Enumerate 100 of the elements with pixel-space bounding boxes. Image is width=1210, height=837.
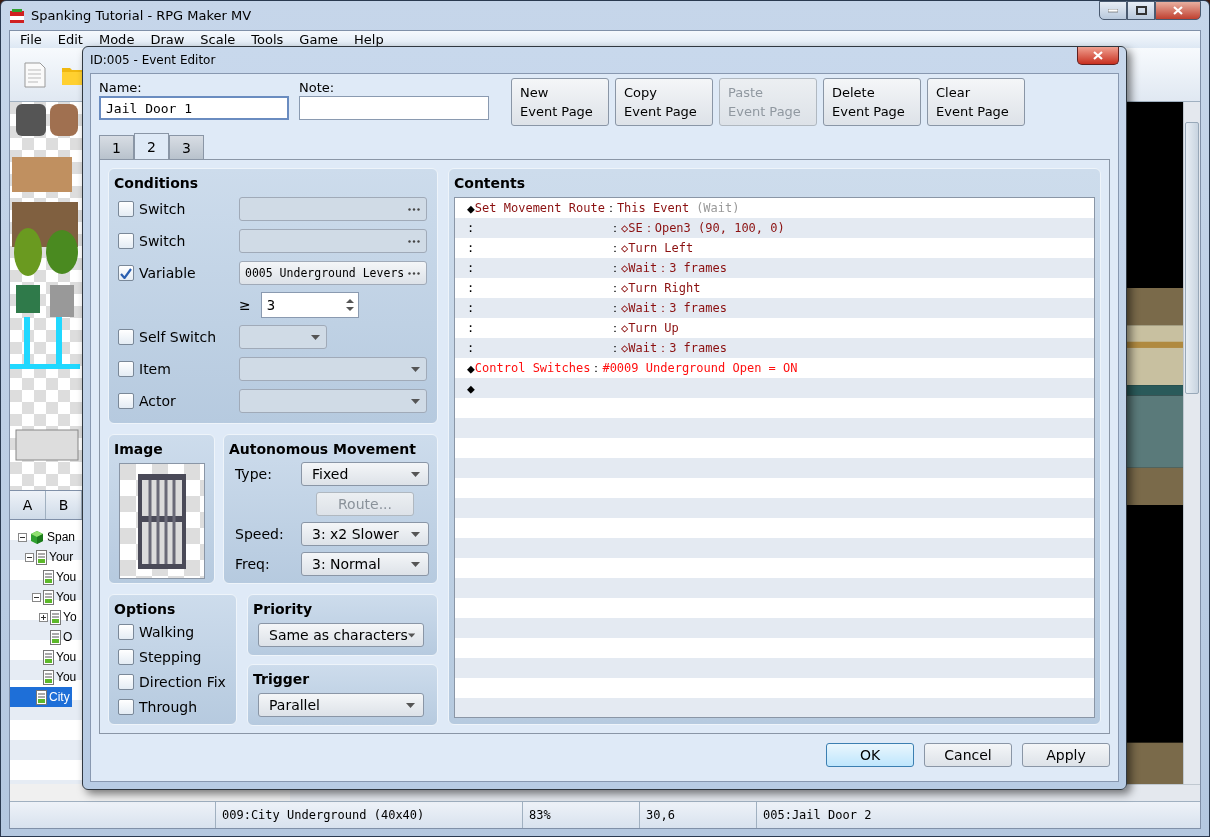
page-button[interactable]: Clear Event Page xyxy=(927,78,1025,126)
note-field[interactable] xyxy=(299,96,489,120)
document-icon xyxy=(43,569,54,585)
checkbox[interactable] xyxy=(118,265,134,281)
checkbox[interactable] xyxy=(118,393,134,409)
status-text: 83% xyxy=(529,808,551,822)
page-button[interactable]: New Event Page xyxy=(511,78,609,126)
command-row[interactable]: : ：◇Wait：3 frames xyxy=(455,298,1094,318)
page-tab[interactable]: 3 xyxy=(169,135,204,159)
command-row[interactable]: : ：◇Turn Up xyxy=(455,318,1094,338)
command-value: Wait：3 frames xyxy=(628,339,727,357)
tree-item[interactable]: You xyxy=(10,587,79,607)
command-row[interactable]: : ：◇Turn Right xyxy=(455,278,1094,298)
status-text: 005:Jail Door 2 xyxy=(763,808,872,822)
menu-item[interactable]: File xyxy=(20,32,42,47)
tree-item[interactable]: You xyxy=(10,667,79,687)
tree-item[interactable]: Span xyxy=(10,527,78,547)
command-marker: ◆ xyxy=(467,360,475,376)
minimize-icon xyxy=(1108,8,1118,13)
dropdown[interactable]: Same as characters xyxy=(258,623,424,647)
separator: ： xyxy=(609,219,621,237)
page-button[interactable]: Copy Event Page xyxy=(615,78,713,126)
checkbox[interactable] xyxy=(118,233,134,249)
collapse-icon[interactable] xyxy=(18,532,27,542)
collapse-icon[interactable] xyxy=(32,592,41,602)
page-tab[interactable]: 1 xyxy=(99,135,134,159)
tree-item[interactable]: You xyxy=(10,647,79,667)
dialog-button[interactable]: Cancel xyxy=(924,743,1012,767)
close-button[interactable] xyxy=(1077,47,1119,65)
command-value: Turn Right xyxy=(628,281,701,295)
group-title: Contents xyxy=(454,175,526,191)
spinner-icon[interactable] xyxy=(345,298,354,312)
command-row[interactable]: ◆Control Switches：#0009 Underground Open = ON xyxy=(455,358,1094,378)
group-title: Trigger xyxy=(253,671,310,687)
command-row[interactable]: : ：◇Turn Left xyxy=(455,238,1094,258)
step-marker: ◇ xyxy=(621,261,629,275)
caret-icon xyxy=(407,632,415,638)
menu-item[interactable]: Draw xyxy=(150,32,185,47)
name-field[interactable]: Jail Door 1 xyxy=(99,96,289,120)
step-marker: ◇ xyxy=(621,321,629,335)
caret-icon xyxy=(411,531,420,537)
collapse-icon[interactable] xyxy=(25,552,34,562)
document-icon xyxy=(43,589,54,605)
menu-item[interactable]: Tools xyxy=(251,32,284,47)
scrollbar[interactable] xyxy=(1183,102,1200,784)
command-row[interactable]: ◆ xyxy=(455,378,1094,398)
maximize-button[interactable] xyxy=(1127,1,1155,20)
continuation-mark: : xyxy=(467,341,475,355)
dialog-button[interactable]: Apply xyxy=(1022,743,1110,767)
group-title: Image xyxy=(114,441,163,457)
page-button[interactable]: Delete Event Page xyxy=(823,78,921,126)
document-icon xyxy=(50,629,61,645)
number-field[interactable]: 3 xyxy=(260,292,359,318)
page-tab[interactable]: 2 xyxy=(134,133,169,159)
menu-item[interactable]: Help xyxy=(354,32,384,47)
dropdown[interactable]: 3: x2 Slower xyxy=(301,522,429,546)
menu-item[interactable]: Edit xyxy=(57,32,83,47)
command-marker: ◆ xyxy=(467,380,475,396)
dropdown[interactable]: 3: Normal xyxy=(301,552,429,576)
field-label: Speed: xyxy=(234,526,285,542)
tree-item[interactable]: Your xyxy=(10,547,76,567)
checkbox[interactable] xyxy=(118,698,134,715)
palette-tab[interactable]: B xyxy=(46,491,82,519)
command-row[interactable]: : ：◇Wait：3 frames xyxy=(455,258,1094,278)
command-row[interactable]: : ：◇Wait：3 frames xyxy=(455,338,1094,358)
dialog-button[interactable]: OK xyxy=(826,743,914,767)
palette-tab[interactable]: A xyxy=(10,491,46,519)
separator: ： xyxy=(590,359,603,377)
command-row[interactable]: : ：◇SE：Open3 (90, 100, 0) xyxy=(455,218,1094,238)
menu-item[interactable]: Game xyxy=(299,32,339,47)
checkbox-label: Item xyxy=(139,361,172,377)
command-row[interactable]: ◆Set Movement Route：This Event (Wait) xyxy=(455,198,1094,218)
dropdown[interactable]: Fixed xyxy=(301,462,429,486)
checkbox-label: Walking xyxy=(139,623,195,640)
command-value: Wait：3 frames xyxy=(628,259,727,277)
checkbox-label: Variable xyxy=(139,265,197,281)
tree-item[interactable]: City xyxy=(10,687,72,707)
checkbox[interactable] xyxy=(118,201,134,217)
minimize-button[interactable] xyxy=(1099,1,1127,20)
menu-item[interactable]: Scale xyxy=(200,32,236,47)
separator: ： xyxy=(609,299,621,317)
dropdown[interactable]: Parallel xyxy=(258,693,424,717)
menu-item[interactable]: Mode xyxy=(98,32,135,47)
tree-item[interactable]: You xyxy=(10,567,79,587)
checkbox[interactable] xyxy=(118,648,134,665)
command-name: Set Movement Route xyxy=(474,201,605,215)
checkbox[interactable] xyxy=(118,361,134,377)
maximize-icon xyxy=(1135,6,1147,15)
picker-field[interactable]: 0005 Underground Levers xyxy=(239,261,427,285)
tree-item[interactable]: Yo xyxy=(10,607,79,627)
tree-item[interactable]: O xyxy=(10,627,75,647)
operator-label: ≥ xyxy=(239,297,251,313)
checkbox[interactable] xyxy=(118,673,134,690)
checkbox[interactable] xyxy=(118,623,134,640)
map-name: Your xyxy=(49,550,74,564)
checkbox[interactable] xyxy=(118,329,134,345)
close-button[interactable] xyxy=(1155,1,1201,20)
command-marker: ◆ xyxy=(467,200,475,216)
group-title: Options xyxy=(114,601,176,617)
expand-icon[interactable] xyxy=(39,612,48,622)
